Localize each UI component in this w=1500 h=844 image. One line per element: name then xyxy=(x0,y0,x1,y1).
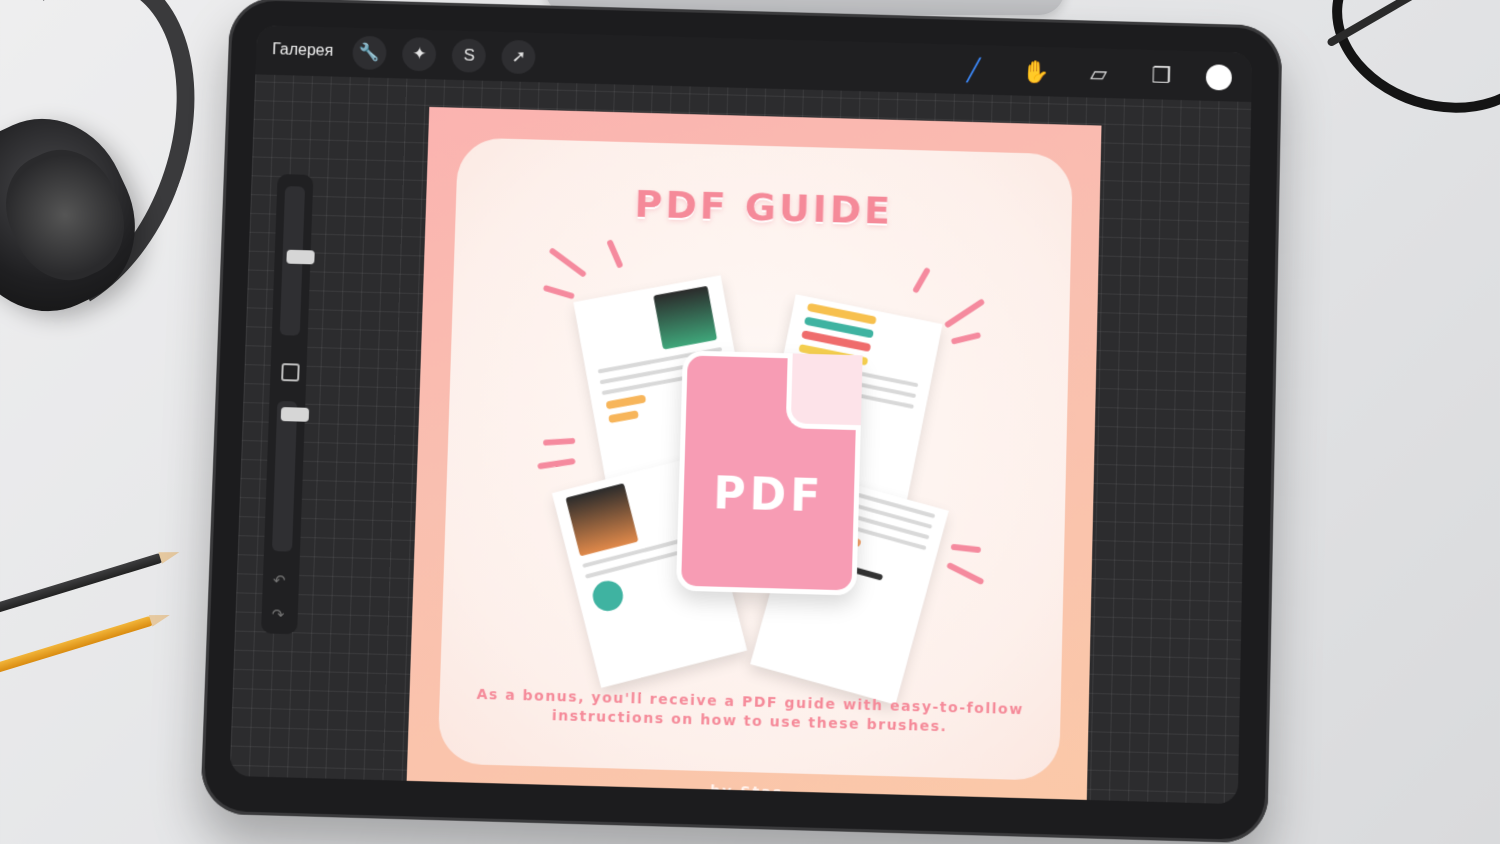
artwork-canvas[interactable]: PDF GUIDE PDF As a bonus, you'll receive… xyxy=(405,106,1102,805)
side-panel: ↶ ↷ xyxy=(260,173,315,635)
brush-stroke xyxy=(608,410,640,424)
undo-icon[interactable]: ↶ xyxy=(273,571,286,589)
eraser-icon[interactable]: ▱ xyxy=(1080,56,1117,93)
pdf-file-fold xyxy=(785,353,863,431)
burst-line xyxy=(543,437,576,446)
gallery-button[interactable]: Галерея xyxy=(272,41,334,60)
burst-line xyxy=(950,331,982,345)
burst-line xyxy=(912,266,931,294)
yellow-pencil xyxy=(0,615,155,675)
brush-size-handle[interactable] xyxy=(286,249,315,265)
color-picker-button[interactable] xyxy=(1205,64,1233,91)
burst-line xyxy=(537,458,576,470)
dark-pencil xyxy=(0,552,164,615)
transform-arrow-icon[interactable]: ➚ xyxy=(501,39,537,75)
smudge-icon[interactable]: ✋ xyxy=(1018,54,1055,91)
glasses xyxy=(1309,0,1500,140)
burst-line xyxy=(946,561,985,586)
pdf-file-label: PDF xyxy=(712,468,825,523)
brush-stroke xyxy=(605,394,647,410)
selection-icon[interactable]: S xyxy=(451,38,487,73)
top-toolbar: Галерея 🔧 ✦ S ➚ ╱ ✋ ▱ ❐ xyxy=(255,25,1253,103)
brush-icon[interactable]: ╱ xyxy=(955,52,992,89)
burst-line xyxy=(950,543,982,554)
opacity-handle[interactable] xyxy=(280,407,310,422)
tablet: Галерея 🔧 ✦ S ➚ ╱ ✋ ▱ ❐ ↶ ↷ PDF GUIDE PD… xyxy=(200,0,1283,844)
modify-button[interactable] xyxy=(281,363,300,382)
opacity-slider[interactable] xyxy=(271,400,310,552)
layers-icon[interactable]: ❐ xyxy=(1143,58,1180,95)
burst-line xyxy=(606,238,624,269)
artwork-title: PDF GUIDE xyxy=(634,181,894,233)
wrench-icon[interactable]: 🔧 xyxy=(352,35,388,71)
right-tool-group: ╱ ✋ ▱ ❐ xyxy=(928,52,1233,96)
color-swatch xyxy=(565,483,639,557)
burst-line xyxy=(542,284,575,300)
brush-stroke xyxy=(589,577,627,615)
redo-icon[interactable]: ↷ xyxy=(271,605,284,623)
procreate-screen: Галерея 🔧 ✦ S ➚ ╱ ✋ ▱ ❐ ↶ ↷ PDF GUIDE PD… xyxy=(229,25,1253,805)
burst-line xyxy=(943,298,986,329)
pdf-file-icon: PDF xyxy=(675,350,863,596)
author-credit: by Stas xyxy=(709,783,784,802)
magic-wand-icon[interactable]: ✦ xyxy=(402,37,437,72)
artwork-card: PDF GUIDE PDF As a bonus, you'll receive… xyxy=(437,137,1073,781)
bonus-description: As a bonus, you'll receive a PDF guide w… xyxy=(476,686,1024,736)
burst-line xyxy=(548,247,588,278)
color-swatch xyxy=(653,285,718,350)
brush-size-slider[interactable] xyxy=(279,186,315,336)
